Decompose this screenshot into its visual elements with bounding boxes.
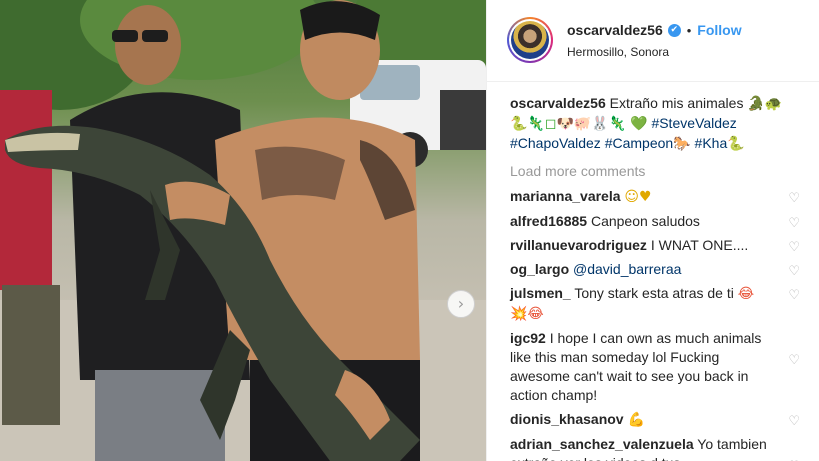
post-photo[interactable]: › (0, 0, 486, 461)
comment-username[interactable]: igc92 (510, 330, 546, 346)
comment-username[interactable]: marianna_varela (510, 188, 621, 204)
comment-item: dionis_khasanov 💪 ♡ (510, 410, 800, 430)
comment-username[interactable]: rvillanuevarodriguez (510, 237, 647, 253)
comment-username[interactable]: alfred16885 (510, 213, 587, 229)
comment-username[interactable]: julsmen_ (510, 285, 571, 301)
comment-text: Tony stark esta atras de ti (574, 285, 734, 301)
comments-section: oscarvaldez56 Extraño mis animales 🐊🐢 🐍🦎… (510, 94, 800, 461)
comment-item: igc92 I hope I can own as much animals l… (510, 329, 800, 405)
avatar-frame (509, 19, 551, 61)
animal-emoji-row: 🐍🦎◻🐶🐖🐰🦎 (510, 116, 627, 132)
comment-mention[interactable]: @david_barreraa (573, 261, 681, 277)
comment-username[interactable]: dionis_khasanov (510, 411, 624, 427)
avatar (511, 21, 549, 59)
story-ring[interactable] (507, 17, 553, 63)
heart-icon[interactable]: ♡ (788, 286, 800, 305)
post-caption: oscarvaldez56 Extraño mis animales 🐊🐢 🐍🦎… (510, 94, 800, 154)
post-header: oscarvaldez56 ✔ • Follow Hermosillo, Son… (487, 0, 819, 82)
verified-icon: ✔ (667, 23, 681, 37)
comment-username[interactable]: adrian_sanchez_valenzuela (510, 436, 694, 452)
green-heart-emoji: 💚 (630, 116, 648, 132)
crocodile-turtle-emoji: 🐊🐢 (747, 96, 783, 112)
post-side-panel: oscarvaldez56 ✔ • Follow Hermosillo, Son… (486, 0, 819, 461)
comment-text: Canpeon saludos (590, 213, 700, 229)
heart-icon[interactable]: ♡ (788, 457, 800, 461)
caption-username[interactable]: oscarvaldez56 (510, 95, 606, 111)
comment-text: I WNAT ONE.... (650, 237, 749, 253)
heart-icon[interactable]: ♡ (788, 412, 800, 431)
hashtag-stevevaldez[interactable]: #SteveValdez (651, 115, 736, 131)
location-link[interactable]: Hermosillo, Sonora (567, 45, 669, 59)
comment-item: og_largo @david_barreraa ♡ (510, 260, 800, 279)
photo-illustration (0, 0, 486, 461)
caption-text: Extraño mis animales (609, 95, 744, 111)
chevron-right-icon: › (457, 294, 465, 313)
separator-dot: • (686, 22, 692, 38)
heart-icon[interactable]: ♡ (788, 214, 800, 233)
comment-emoji: 💪 (627, 412, 645, 428)
follow-button[interactable]: Follow (697, 22, 741, 38)
comment-item: rvillanuevarodriguez I WNAT ONE.... ♡ (510, 236, 800, 255)
horse-emoji: 🐎 (673, 136, 691, 152)
comment-text: I hope I can own as much animals like th… (510, 330, 762, 403)
header-username[interactable]: oscarvaldez56 (567, 22, 663, 38)
heart-icon[interactable]: ♡ (788, 351, 800, 370)
comment-username[interactable]: og_largo (510, 261, 569, 277)
header-username-row: oscarvaldez56 ✔ • Follow (567, 22, 742, 38)
hashtag-kha[interactable]: #Kha (695, 135, 728, 151)
comment-item: adrian_sanchez_valenzuela Yo tambien ext… (510, 435, 800, 461)
snake-emoji: 🐍 (727, 136, 745, 152)
load-more-comments[interactable]: Load more comments (510, 162, 800, 181)
heart-icon[interactable]: ♡ (788, 262, 800, 281)
comment-item: alfred16885 Canpeon saludos ♡ (510, 212, 800, 231)
comment-item: julsmen_ Tony stark esta atras de ti 😂💥😂… (510, 284, 800, 324)
comment-emoji: ☺♥ (624, 189, 652, 205)
next-photo-button[interactable]: › (447, 290, 475, 318)
hashtag-chapovaldez[interactable]: #ChapoValdez (510, 135, 601, 151)
heart-icon[interactable]: ♡ (788, 189, 800, 208)
comment-item: marianna_varela ☺♥ ♡ (510, 187, 800, 207)
heart-icon[interactable]: ♡ (788, 238, 800, 257)
hashtag-campeon[interactable]: #Campeon (605, 135, 674, 151)
